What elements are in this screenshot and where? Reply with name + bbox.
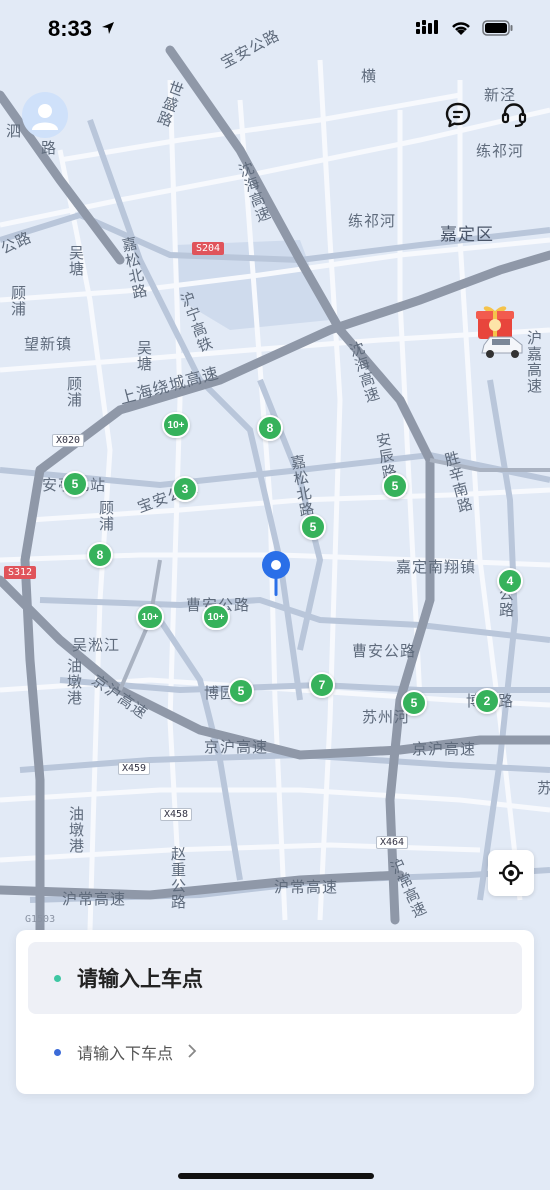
vehicle-count-badge[interactable]: 8 xyxy=(257,415,283,441)
road-label: 练祁河 xyxy=(476,142,525,160)
wifi-icon xyxy=(450,20,472,40)
status-bar: 8:33 xyxy=(0,0,550,60)
user-icon xyxy=(32,104,58,130)
road-label: 油墩港 xyxy=(67,806,85,854)
vehicle-count-badge[interactable]: 10+ xyxy=(202,604,230,630)
route-shield: G1503 xyxy=(25,914,56,925)
vehicle-count-badge[interactable]: 4 xyxy=(497,568,523,594)
road-label: 横 xyxy=(359,68,377,84)
locate-me-button[interactable] xyxy=(488,850,534,896)
route-shield: X464 xyxy=(376,836,409,849)
trip-input-panel: 请输入上车点 请输入下车点 xyxy=(16,930,534,1094)
road-label: 练祁河 xyxy=(348,212,397,230)
vehicle-count-badge[interactable]: 10+ xyxy=(136,604,164,630)
road-label: 沪常高速 xyxy=(62,890,127,908)
home-indicator[interactable] xyxy=(178,1173,374,1179)
road-label: 顾浦 xyxy=(9,285,27,317)
road-label: 顾浦 xyxy=(65,376,83,408)
road-label: 吴淞江 xyxy=(72,636,121,654)
vehicle-count-badge[interactable]: 5 xyxy=(62,471,88,497)
message-button[interactable] xyxy=(443,100,473,130)
location-arrow-icon xyxy=(100,20,116,40)
crosshair-icon xyxy=(499,861,523,885)
location-pin-icon xyxy=(261,550,291,600)
vehicle-count-badge[interactable]: 5 xyxy=(228,678,254,704)
headset-icon xyxy=(501,103,527,128)
pickup-input[interactable]: 请输入上车点 xyxy=(28,942,522,1014)
route-shield: X459 xyxy=(118,762,151,775)
vehicle-count-badge[interactable]: 7 xyxy=(309,672,335,698)
vehicle-count-badge[interactable]: 5 xyxy=(300,514,326,540)
road-label: 沪常高速 xyxy=(274,878,339,896)
pickup-placeholder: 请输入上车点 xyxy=(77,967,203,991)
road-label: 苏 xyxy=(535,780,550,796)
road-label: 曹安公路 xyxy=(352,642,417,660)
route-shield: X020 xyxy=(52,434,85,447)
road-label: 泗 xyxy=(6,122,23,140)
place-label: 望新镇 xyxy=(24,335,73,353)
road-label: 顾浦 xyxy=(97,500,115,532)
road-label: 油墩港 xyxy=(65,658,83,706)
route-shield: S204 xyxy=(192,242,225,255)
vehicle-count-badge[interactable]: 5 xyxy=(401,690,427,716)
dropoff-input[interactable]: 请输入下车点 xyxy=(28,1032,197,1072)
vehicle-count-badge[interactable]: 5 xyxy=(382,473,408,499)
road-label: 吴塘 xyxy=(67,245,85,277)
road-label: 京沪高速 xyxy=(412,740,477,758)
vehicle-count-badge[interactable]: 8 xyxy=(87,542,113,568)
user-avatar[interactable] xyxy=(22,92,68,138)
road-label: 京沪高速 xyxy=(204,738,269,756)
road-label: 赵重公路 xyxy=(169,846,187,910)
message-icon xyxy=(445,102,471,128)
vehicle-count-badge[interactable]: 10+ xyxy=(162,412,190,438)
route-shield: S312 xyxy=(4,566,37,579)
place-label: 嘉定南翔镇 xyxy=(396,558,477,576)
battery-icon xyxy=(482,20,514,40)
status-time: 8:33 xyxy=(48,16,93,41)
district-label: 嘉定区 xyxy=(440,225,494,245)
dropoff-placeholder: 请输入下车点 xyxy=(77,1044,174,1063)
road-label: 吴塘 xyxy=(135,340,153,372)
vehicle-count-badge[interactable]: 3 xyxy=(172,476,198,502)
dropoff-dot-icon xyxy=(54,1048,61,1056)
vehicle-count-badge[interactable]: 2 xyxy=(474,688,500,714)
gift-car-promo-icon[interactable] xyxy=(472,305,528,361)
chevron-right-icon xyxy=(187,1043,197,1062)
customer-service-button[interactable] xyxy=(499,100,529,130)
cellular-signal-icon xyxy=(416,20,440,40)
road-label: 路 xyxy=(39,140,57,156)
pickup-dot-icon xyxy=(54,974,61,982)
route-shield: X458 xyxy=(160,808,193,821)
